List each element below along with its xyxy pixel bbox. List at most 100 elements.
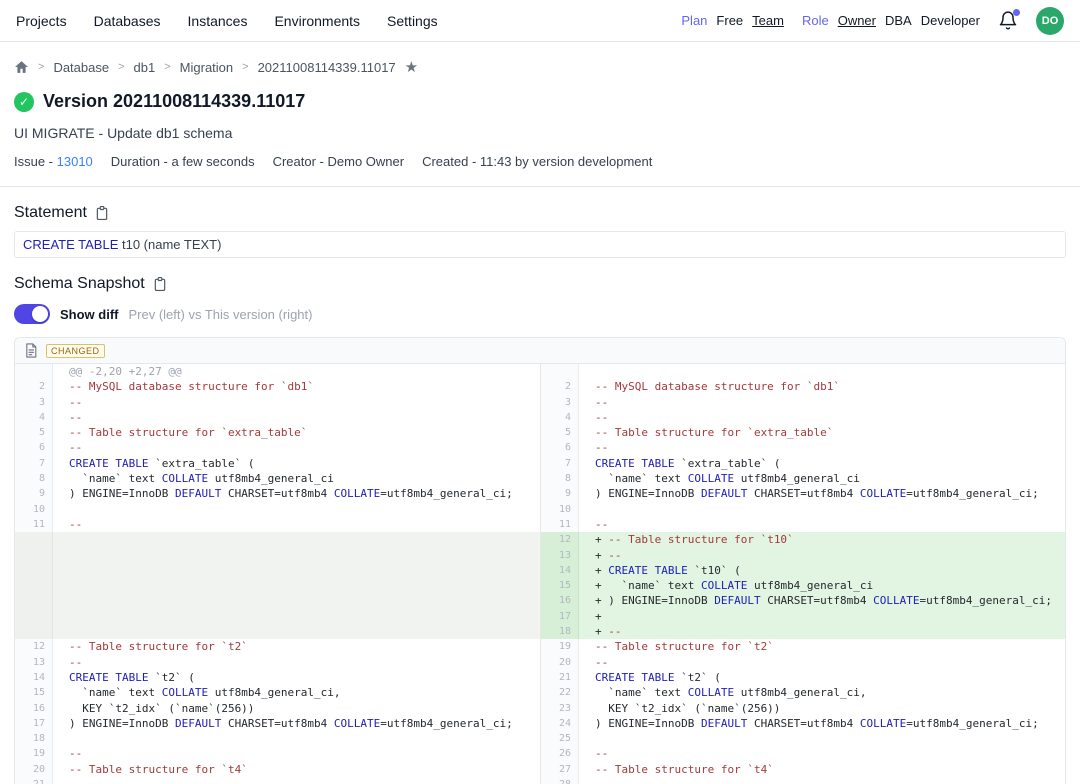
line-number: 7 — [541, 456, 579, 471]
snapshot-heading: Schema Snapshot — [14, 275, 145, 293]
diff-row — [15, 593, 540, 608]
migration-subtitle: UI MIGRATE - Update db1 schema — [14, 125, 1066, 141]
code-line: -- — [579, 410, 1065, 425]
plan-free-option[interactable]: Free — [716, 13, 743, 28]
diff-row — [15, 578, 540, 593]
line-number — [15, 532, 53, 547]
issue-field: Issue - 13010 — [14, 154, 93, 169]
code-line: -- — [579, 517, 1065, 532]
line-number: 15 — [15, 685, 53, 700]
show-diff-toggle[interactable] — [14, 304, 50, 324]
diff-row: 17+ — [541, 609, 1065, 624]
diff-hunk-row — [541, 364, 1065, 379]
line-number: 5 — [15, 425, 53, 440]
file-icon — [25, 343, 37, 358]
diff-row: 5-- Table structure for `extra_table` — [15, 425, 540, 440]
code-line: -- — [579, 395, 1065, 410]
code-line: -- — [53, 746, 540, 761]
diff-row: 4-- — [15, 410, 540, 425]
code-line: ) ENGINE=InnoDB DEFAULT CHARSET=utf8mb4 … — [53, 486, 540, 501]
line-number: 12 — [541, 532, 579, 547]
code-line — [579, 502, 1065, 517]
home-icon[interactable] — [14, 60, 29, 74]
diff-row: 3-- — [15, 395, 540, 410]
star-icon[interactable]: ★ — [405, 58, 418, 76]
line-number: 23 — [541, 701, 579, 716]
plan-switcher: Plan Free Team — [681, 13, 784, 28]
line-number — [15, 578, 53, 593]
diff-row: 25 — [541, 731, 1065, 746]
line-number: 10 — [15, 502, 53, 517]
breadcrumb-separator: > — [38, 61, 44, 73]
line-number: 5 — [541, 425, 579, 440]
notification-dot — [1013, 9, 1020, 16]
line-number: 12 — [15, 639, 53, 654]
line-number: 28 — [541, 777, 579, 784]
diff-row: 14CREATE TABLE `t2` ( — [15, 670, 540, 685]
copy-icon[interactable] — [95, 205, 109, 221]
diff-row: 18+ -- — [541, 624, 1065, 639]
diff-row: 16 KEY `t2_idx` (`name`(256)) — [15, 701, 540, 716]
role-owner-link[interactable]: Owner — [838, 13, 876, 28]
line-number: 14 — [541, 563, 579, 578]
avatar[interactable]: DO — [1036, 7, 1064, 35]
notifications-button[interactable] — [998, 10, 1020, 32]
line-number: 17 — [541, 609, 579, 624]
code-line: -- Table structure for `t4` — [53, 762, 540, 777]
issue-link[interactable]: 13010 — [57, 154, 93, 169]
snapshot-section-header: Schema Snapshot — [14, 275, 1066, 293]
nav-item-environments[interactable]: Environments — [274, 13, 360, 29]
copy-icon[interactable] — [153, 276, 167, 292]
diff-row: 20-- Table structure for `t4` — [15, 762, 540, 777]
breadcrumb-separator: > — [164, 61, 170, 73]
code-line: -- Table structure for `extra_table` — [53, 425, 540, 440]
diff-row: 6-- — [541, 440, 1065, 455]
diff-hint: Prev (left) vs This version (right) — [129, 307, 313, 322]
nav-item-settings[interactable]: Settings — [387, 13, 438, 29]
plan-team-link[interactable]: Team — [752, 13, 784, 28]
breadcrumb-migration[interactable]: Migration — [180, 60, 233, 75]
breadcrumb-version[interactable]: 20211008114339.11017 — [258, 60, 396, 75]
nav-item-projects[interactable]: Projects — [16, 13, 67, 29]
role-developer-option[interactable]: Developer — [921, 13, 980, 28]
code-line: -- — [53, 655, 540, 670]
code-line: KEY `t2_idx` (`name`(256)) — [579, 701, 1065, 716]
diff-row: 7CREATE TABLE `extra_table` ( — [541, 456, 1065, 471]
diff-row: 19-- Table structure for `t2` — [541, 639, 1065, 654]
diff-row — [15, 563, 540, 578]
diff-toggle-row: Show diff Prev (left) vs This version (r… — [14, 304, 1066, 324]
section-divider — [0, 186, 1080, 187]
line-number — [15, 548, 53, 563]
code-line: ) ENGINE=InnoDB DEFAULT CHARSET=utf8mb4 … — [579, 486, 1065, 501]
diff-row: 28-- — [541, 777, 1065, 784]
line-number: 27 — [541, 762, 579, 777]
breadcrumb-db1[interactable]: db1 — [134, 60, 156, 75]
code-line: CREATE TABLE `t2` ( — [53, 670, 540, 685]
title-row: ✓ Version 20211008114339.11017 — [14, 91, 1066, 112]
diff-row: 4-- — [541, 410, 1065, 425]
statement-section-header: Statement — [14, 204, 1066, 222]
diff-row — [15, 548, 540, 563]
breadcrumb-database[interactable]: Database — [53, 60, 109, 75]
code-line: -- Table structure for `t2` — [53, 639, 540, 654]
statement-sql: CREATE TABLE t10 (name TEXT) — [14, 231, 1066, 258]
diff-row: 5-- Table structure for `extra_table` — [541, 425, 1065, 440]
line-number: 6 — [541, 440, 579, 455]
code-line: `name` text COLLATE utf8mb4_general_ci — [579, 471, 1065, 486]
nav-item-databases[interactable]: Databases — [94, 13, 161, 29]
line-number: 9 — [15, 486, 53, 501]
diff-hunk-row: @@ -2,20 +2,27 @@ — [15, 364, 540, 379]
role-dba-option[interactable]: DBA — [885, 13, 912, 28]
nav-item-instances[interactable]: Instances — [188, 13, 248, 29]
code-line: -- Table structure for `t4` — [579, 762, 1065, 777]
code-line — [53, 624, 540, 639]
line-number: 17 — [15, 716, 53, 731]
code-line: -- — [53, 517, 540, 532]
code-line: @@ -2,20 +2,27 @@ — [53, 364, 540, 379]
code-line: -- Table structure for `extra_table` — [579, 425, 1065, 440]
diff-row: 26-- — [541, 746, 1065, 761]
code-line — [53, 563, 540, 578]
nav-account-area: Plan Free Team Role Owner DBA Developer … — [681, 7, 1064, 35]
line-number: 26 — [541, 746, 579, 761]
line-number: 19 — [15, 746, 53, 761]
